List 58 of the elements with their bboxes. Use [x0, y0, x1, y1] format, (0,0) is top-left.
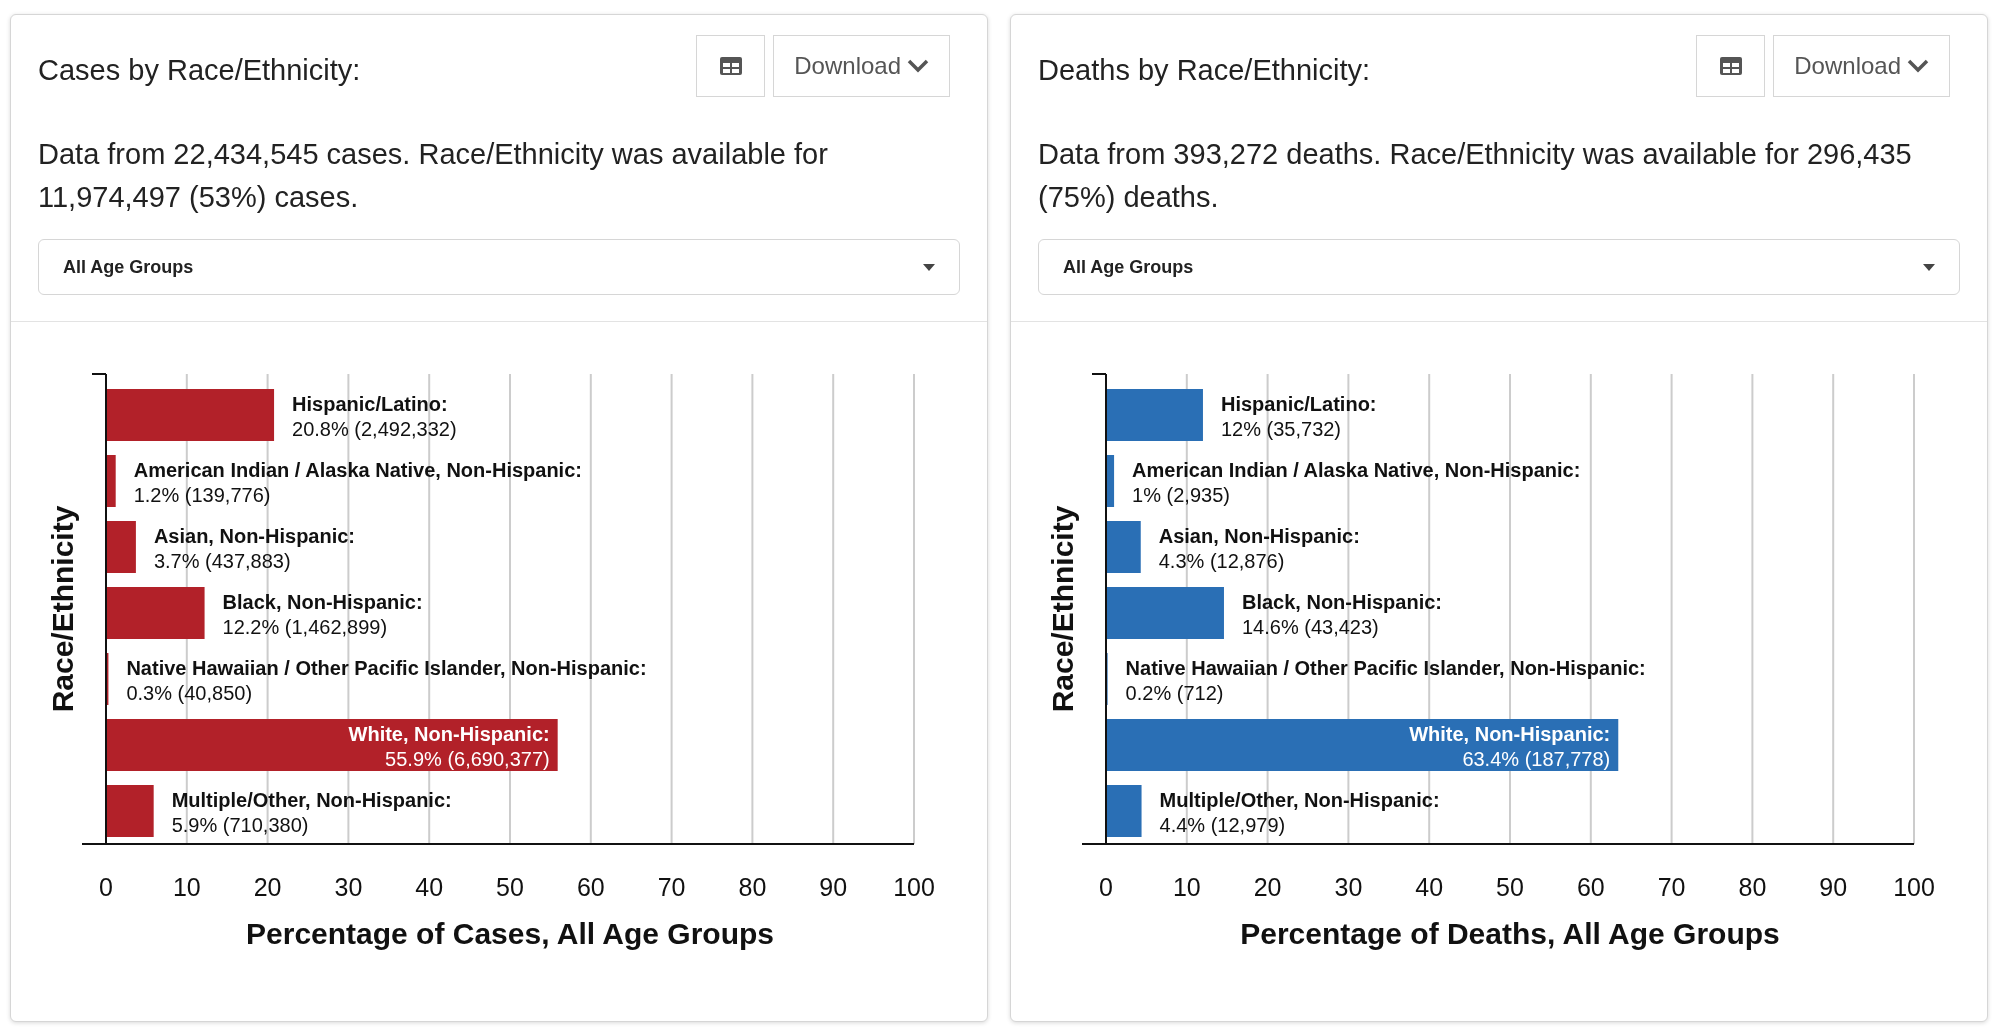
- y-axis-title: Race/Ethnicity: [1046, 505, 1079, 713]
- category-label: American Indian / Alaska Native, Non-Hispanic:: [1132, 459, 1581, 481]
- tick-label: 100: [893, 873, 935, 901]
- tick-label: 10: [172, 873, 201, 901]
- x-axis-title: Percentage of Cases, All Age Groups: [246, 917, 774, 950]
- y-axis-title: Race/Ethnicity: [46, 505, 79, 713]
- tick-label: 100: [1893, 873, 1935, 901]
- tick-label: 60: [576, 873, 605, 901]
- tick-label: 30: [1334, 873, 1363, 901]
- category-label: Hispanic/Latino:: [292, 393, 448, 415]
- panel-title: Deaths by Race/Ethnicity:: [1038, 53, 1371, 88]
- data-summary: Data from 22,434,545 cases. Race/Ethnicity was available for 11,974,497 (53%) cases.: [38, 137, 829, 215]
- value-label: 1.2% (139,776): [133, 484, 271, 506]
- category-label: Hispanic/Latino:: [1220, 393, 1377, 415]
- category-label: Asian, Non-Hispanic:: [1158, 525, 1360, 547]
- category-label: White, Non-Hispanic:: [1409, 723, 1611, 745]
- category-label: Black, Non-Hispanic:: [1241, 591, 1442, 613]
- tick-label: 60: [1576, 873, 1605, 901]
- tick-label: 40: [415, 873, 444, 901]
- category-label: Multiple/Other, Non-Hispanic:: [171, 789, 452, 811]
- value-label: 3.7% (437,883): [153, 550, 291, 572]
- tick-label: 50: [496, 873, 524, 901]
- tick-label: 50: [1496, 873, 1524, 901]
- tick-label: 70: [1657, 873, 1686, 901]
- tick-label: 20: [1253, 873, 1282, 901]
- category-label: Native Hawaiian / Other Pacific Islander, Non-Hispanic:: [126, 657, 647, 679]
- panel-title: Cases by Race/Ethnicity:: [38, 53, 361, 88]
- value-label: 4.4% (12,979): [1159, 814, 1286, 836]
- value-label: 20.8% (2,492,332): [292, 418, 457, 440]
- value-label: 0.3% (40,850): [126, 682, 253, 704]
- value-label: 55.9% (6,690,377): [385, 748, 550, 770]
- category-label: Black, Non-Hispanic:: [222, 591, 423, 613]
- value-label: 12% (35,732): [1220, 418, 1342, 440]
- tick-label: 80: [1738, 873, 1767, 901]
- tick-label: 0: [1099, 873, 1113, 901]
- category-label: White, Non-Hispanic:: [348, 723, 550, 745]
- category-label: Native Hawaiian / Other Pacific Islander, Non-Hispanic:: [1125, 657, 1646, 679]
- data-summary: Data from 393,272 deaths. Race/Ethnicity was available for 296,435 (75%) deaths.: [1038, 137, 1913, 215]
- tick-label: 70: [657, 873, 686, 901]
- tick-label: 20: [253, 873, 282, 901]
- tick-label: 40: [1415, 873, 1444, 901]
- tick-label: 10: [1172, 873, 1201, 901]
- x-axis-title: Percentage of Deaths, All Age Groups: [1240, 917, 1780, 950]
- category-label: Multiple/Other, Non-Hispanic:: [1159, 789, 1440, 811]
- value-label: 5.9% (710,380): [171, 814, 309, 836]
- tick-label: 90: [819, 873, 848, 901]
- tick-label: 30: [334, 873, 363, 901]
- category-label: Asian, Non-Hispanic:: [153, 525, 356, 547]
- value-label: 12.2% (1,462,899): [222, 616, 388, 638]
- value-label: 1% (2,935): [1132, 484, 1230, 506]
- tick-label: 0: [99, 873, 113, 901]
- tick-label: 80: [738, 873, 767, 901]
- value-label: 4.3% (12,876): [1158, 550, 1285, 572]
- value-label: 63.4% (187,778): [1462, 748, 1611, 770]
- value-label: 0.2% (712): [1125, 682, 1224, 704]
- category-label: American Indian / Alaska Native, Non-Hispanic:: [133, 459, 582, 481]
- tick-label: 90: [1819, 873, 1848, 901]
- value-label: 14.6% (43,423): [1241, 616, 1379, 638]
